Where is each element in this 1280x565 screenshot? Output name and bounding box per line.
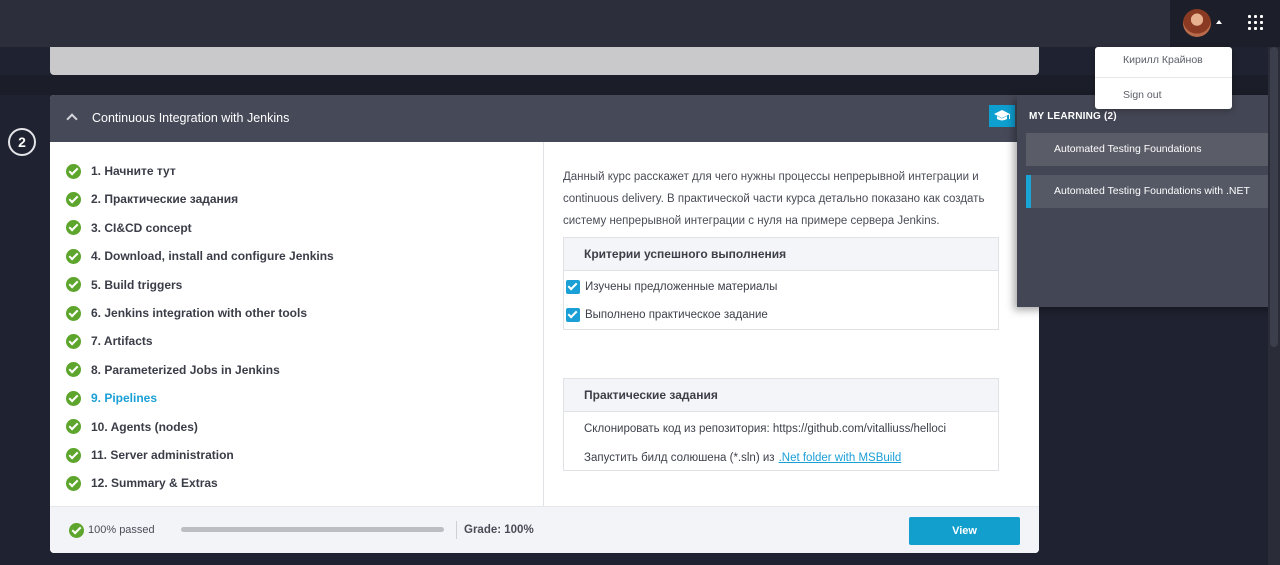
my-learning-item-label: Automated Testing Foundations [1054,143,1202,155]
progress-bar-fill [181,527,444,532]
check-circle-icon [66,333,81,349]
module-label: 2. Практические задания [91,192,239,207]
module-item[interactable]: 1. Начните тут [66,160,176,182]
chevron-up-icon[interactable] [66,113,78,125]
progress-bar [181,527,444,532]
graduation-cap-icon[interactable] [989,105,1015,127]
menu-divider [1095,77,1232,78]
check-circle-icon [69,523,84,538]
check-circle-icon [66,191,81,207]
my-learning-item-label: Automated Testing Foundations with .NET [1054,185,1250,197]
course-card-header[interactable]: Continuous Integration with Jenkins [50,95,1039,142]
module-item[interactable]: 12. Summary & Extras [66,472,218,494]
previous-course-card [50,47,1039,75]
divider [456,521,457,539]
tasks-panel: Практические задания Склонировать код из… [563,378,999,471]
module-item[interactable]: 8. Parameterized Jobs in Jenkins [66,359,280,381]
course-title: Continuous Integration with Jenkins [92,111,290,125]
check-circle-icon [66,248,81,264]
apps-dot [1254,15,1257,18]
checkbox-checked-icon[interactable] [566,308,580,322]
check-circle-icon [66,163,81,179]
criteria-item[interactable]: Выполнено практическое задание [564,301,998,329]
course-card: Continuous Integration with Jenkins 1. Н… [50,95,1039,553]
apps-dot [1260,15,1263,18]
check-circle-icon [66,305,81,321]
module-label: 1. Начните тут [91,164,176,178]
msbuild-folder-link[interactable]: .Net folder with MSBuild [779,452,902,464]
task-text: Склонировать код из репозитория: https:/… [584,422,947,435]
check-circle-icon [66,475,81,491]
apps-dot [1248,21,1251,24]
top-bar [0,0,1280,47]
criteria-item[interactable]: Изучены предложенные материалы [564,273,998,301]
module-label: 4. Download, install and configure Jenki… [91,249,334,264]
avatar[interactable] [1183,9,1211,37]
check-circle-icon [66,419,81,435]
scrollbar-thumb[interactable] [1270,47,1278,347]
criteria-panel: Критерии успешного выполнения Изучены пр… [563,237,999,330]
view-button[interactable]: View [909,517,1020,545]
user-name-item: Кирилл Крайнов [1123,54,1203,66]
apps-dot [1248,15,1251,18]
apps-dot [1260,21,1263,24]
module-item[interactable]: 3. CI&CD concept [66,217,192,239]
module-label: 8. Parameterized Jobs in Jenkins [91,362,280,377]
course-description: Данный курс расскажет для чего нужны про… [563,171,985,227]
module-label: 11. Server administration [91,448,234,462]
checkbox-checked-icon[interactable] [566,280,580,294]
check-circle-icon [66,362,81,378]
my-learning-item-active[interactable]: Automated Testing Foundations with .NET [1026,175,1270,208]
apps-dot [1248,27,1251,30]
criteria-title: Критерии успешного выполнения [564,238,998,271]
module-label: 10. Agents (nodes) [91,419,198,434]
module-item[interactable]: 11. Server administration [66,444,234,466]
caret-up-icon [1216,20,1222,24]
my-learning-item[interactable]: Automated Testing Foundations [1026,133,1270,166]
course-footer: 100% passed Grade: 100% View [50,506,1039,553]
passed-status: 100% passed [88,524,155,536]
module-list: 1. Начните тут 2. Практические задания 3. … [50,142,544,506]
apps-grid-icon[interactable] [1232,0,1280,47]
sign-out-item[interactable]: Sign out [1095,82,1232,113]
module-item[interactable]: 10. Agents (nodes) [66,416,198,438]
module-label: 5. Build triggers [91,277,183,292]
module-item[interactable]: 7. Artifacts [66,330,153,352]
module-label: 7. Artifacts [91,334,153,349]
section-divider [0,75,1280,95]
check-circle-icon [66,220,81,236]
step-number-badge: 2 [8,128,36,156]
user-avatar-button[interactable] [1170,0,1232,47]
module-item[interactable]: 5. Build triggers [66,274,182,296]
check-circle-icon [66,277,81,293]
tasks-title: Практические задания [564,379,998,412]
task-item: Склонировать код из репозитория: https:/… [564,414,998,443]
user-menu-dropdown: Кирилл Крайнов Sign out [1095,47,1232,109]
module-item[interactable]: 2. Практические задания [66,188,238,210]
my-learning-panel: MY LEARNING (2) Automated Testing Founda… [1017,95,1280,307]
module-label: 12. Summary & Extras [91,476,218,491]
task-item: Запустить билд солюшена (*.sln) из .Net … [564,443,998,472]
module-item[interactable]: 9. Pipelines [66,387,157,409]
criteria-item-label: Выполнено практическое задание [585,309,768,321]
check-circle-icon [66,390,81,406]
module-label: 9. Pipelines [91,391,158,406]
grade-label: Grade: 100% [464,524,534,536]
module-item[interactable]: 6. Jenkins integration with other tools [66,302,307,324]
module-label: 3. CI&CD concept [91,220,192,235]
criteria-item-label: Изучены предложенные материалы [585,281,778,293]
scrollbar[interactable] [1268,47,1280,565]
check-circle-icon [66,447,81,463]
task-text: Запустить билд солюшена (*.sln) из [584,451,775,464]
module-label: 6. Jenkins integration with other tools [91,306,308,320]
apps-dot [1254,21,1257,24]
apps-dot [1260,27,1263,30]
apps-dot [1254,27,1257,30]
module-item[interactable]: 4. Download, install and configure Jenki… [66,245,334,267]
